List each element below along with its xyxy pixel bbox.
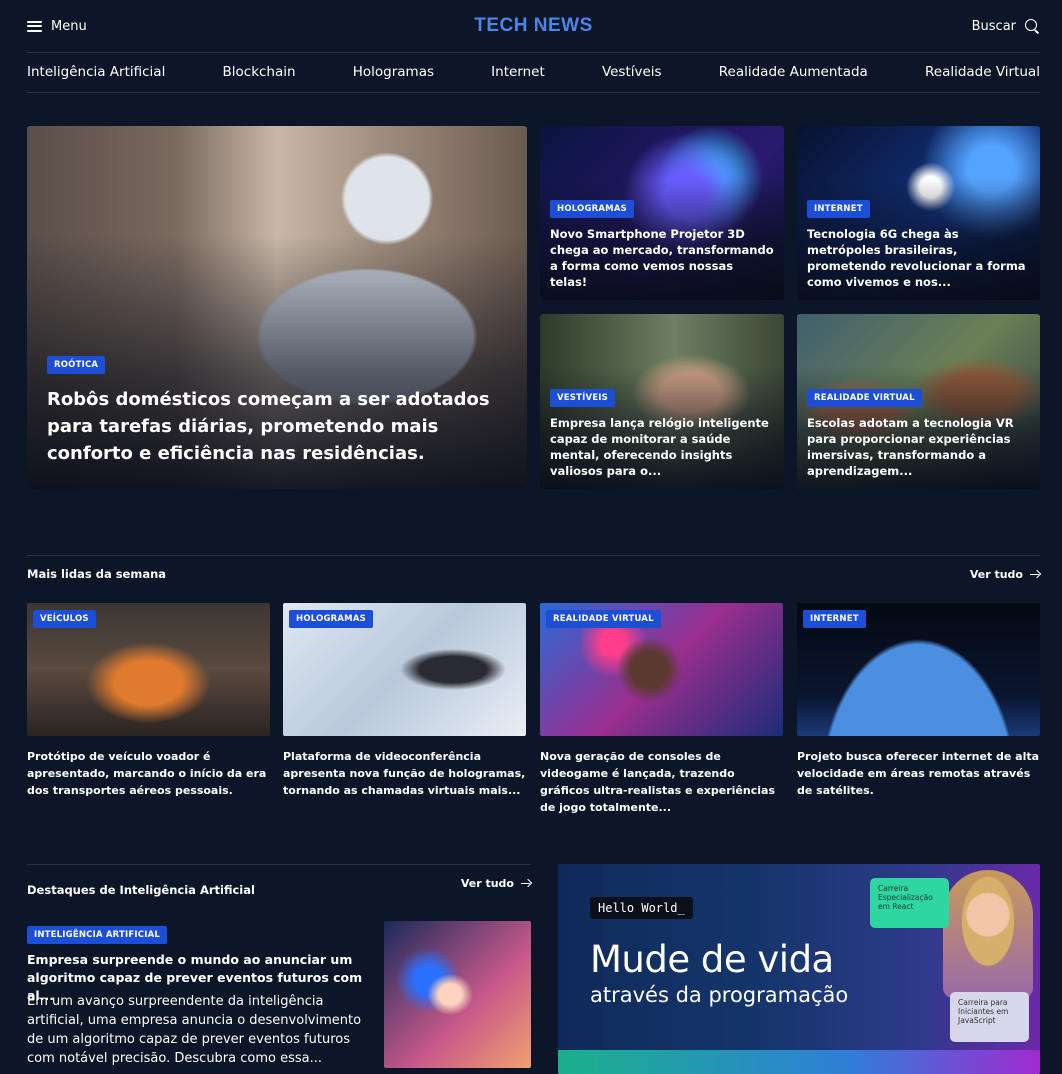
promo-code-snippet: Hello World_ (590, 897, 693, 919)
promo-person-image (943, 870, 1033, 998)
site-logo[interactable]: TECH NEWS (474, 15, 593, 37)
article-title[interactable]: Empresa surpreende o mundo ao anunciar u… (27, 951, 372, 1003)
section-divider (27, 555, 1040, 556)
hero-side-title[interactable]: Escolas adotam a tecnologia VR para prop… (807, 415, 1030, 479)
nav-item-realidade-aumentada[interactable]: Realidade Aumentada (719, 64, 868, 80)
nav-item-inteligencia-artificial[interactable]: Inteligência Artificial (27, 64, 165, 80)
promo-subheadline: através da programação (590, 983, 849, 1007)
article-title[interactable]: Protótipo de veículo voador é apresentad… (27, 748, 270, 799)
category-tag[interactable]: REALIDADE VIRTUAL (807, 389, 922, 407)
article-image[interactable]: REALIDADE VIRTUAL (540, 603, 783, 736)
category-tag[interactable]: VEÍCULOS (33, 610, 96, 628)
nav-item-realidade-virtual[interactable]: Realidade Virtual (925, 64, 1040, 80)
article-image[interactable]: INTERNET (797, 603, 1040, 736)
search-button[interactable]: Buscar (971, 18, 1040, 34)
promo-strip (558, 1050, 1040, 1074)
category-tag[interactable]: HOLOGRAMAS (550, 200, 634, 218)
promo-chip: Carreira Especialização em React (870, 878, 949, 928)
hero-side-card[interactable]: INTERNET Tecnologia 6G chega às metrópol… (797, 126, 1040, 300)
article-description: Em um avanço surpreendente da inteligênc… (27, 994, 362, 1066)
nav-item-blockchain[interactable]: Blockchain (223, 64, 296, 80)
hero-side-title[interactable]: Tecnologia 6G chega às metrópoles brasil… (807, 226, 1030, 290)
search-label: Buscar (971, 18, 1016, 34)
category-tag[interactable]: REALIDADE VIRTUAL (546, 610, 661, 628)
category-tag[interactable]: HOLOGRAMAS (289, 610, 373, 628)
search-icon (1025, 18, 1040, 34)
hero-main-title[interactable]: Robôs domésticos começam a ser adotados … (47, 386, 503, 467)
article-image[interactable]: VEÍCULOS (27, 603, 270, 736)
category-tag[interactable]: INTERNET (807, 200, 870, 218)
nav-item-internet[interactable]: Internet (491, 64, 545, 80)
promo-headline: Mude de vida (590, 938, 834, 981)
most-read-card[interactable]: VEÍCULOS Protótipo de veículo voador é a… (27, 603, 270, 799)
hero-side-card[interactable]: REALIDADE VIRTUAL Escolas adotam a tecno… (797, 314, 1040, 489)
category-tag[interactable]: INTERNET (803, 610, 866, 628)
site-header: Menu TECH NEWS Buscar (27, 0, 1040, 52)
most-read-card[interactable]: REALIDADE VIRTUAL Nova geração de consol… (540, 603, 783, 816)
article-image[interactable] (384, 921, 531, 1068)
most-read-header: Mais lidas da semana Ver tudo (27, 566, 1040, 582)
ai-highlights-header: Destaques de Inteligência Artificial Ver… (27, 875, 531, 897)
hero-side-card[interactable]: HOLOGRAMAS Novo Smartphone Projetor 3D c… (540, 126, 784, 300)
article-title[interactable]: Nova geração de consoles de videogame é … (540, 748, 783, 816)
nav-item-hologramas[interactable]: Hologramas (353, 64, 434, 80)
hero-side-title[interactable]: Empresa lança relógio inteligente capaz … (550, 415, 774, 479)
see-all-label: Ver tudo (460, 876, 514, 890)
arrow-right-icon (1030, 570, 1040, 578)
category-nav: Inteligência Artificial Blockchain Holog… (27, 52, 1040, 92)
hero-main-card[interactable]: ROÓTICA Robôs domésticos começam a ser a… (27, 126, 527, 489)
hamburger-icon (27, 20, 42, 32)
nav-item-vestiveis[interactable]: Vestíveis (602, 64, 662, 80)
see-all-link[interactable]: Ver tudo (970, 568, 1040, 581)
section-divider (27, 864, 531, 865)
promo-chip: Carreira para Iniciantes em JavaScript (950, 992, 1029, 1042)
see-all-link[interactable]: Ver tudo (461, 877, 531, 890)
menu-label: Menu (51, 18, 87, 34)
most-read-card[interactable]: HOLOGRAMAS Plataforma de videoconferênci… (283, 603, 526, 799)
section-title: Destaques de Inteligência Artificial (27, 883, 255, 897)
article-image[interactable]: HOLOGRAMAS (283, 603, 526, 736)
category-tag[interactable]: VESTÍVEIS (550, 389, 615, 407)
section-title: Mais lidas da semana (27, 567, 167, 581)
article-title[interactable]: Plataforma de videoconferência apresenta… (283, 748, 526, 799)
nav-divider (27, 92, 1040, 93)
ai-article[interactable]: INTELIGÊNCIA ARTIFICIAL Empresa surpreen… (27, 922, 372, 1068)
promo-banner[interactable]: Carreira Especialização em React Carreir… (558, 864, 1040, 1074)
menu-button[interactable]: Menu (27, 19, 87, 34)
see-all-label: Ver tudo (969, 567, 1023, 581)
category-tag[interactable]: ROÓTICA (47, 356, 106, 374)
most-read-card[interactable]: INTERNET Projeto busca oferecer internet… (797, 603, 1040, 799)
arrow-right-icon (521, 879, 531, 887)
hero-side-card[interactable]: VESTÍVEIS Empresa lança relógio intelige… (540, 314, 784, 489)
category-tag[interactable]: INTELIGÊNCIA ARTIFICIAL (27, 926, 167, 944)
article-title[interactable]: Projeto busca oferecer internet de alta … (797, 748, 1040, 799)
hero-side-title[interactable]: Novo Smartphone Projetor 3D chega ao mer… (550, 226, 774, 290)
